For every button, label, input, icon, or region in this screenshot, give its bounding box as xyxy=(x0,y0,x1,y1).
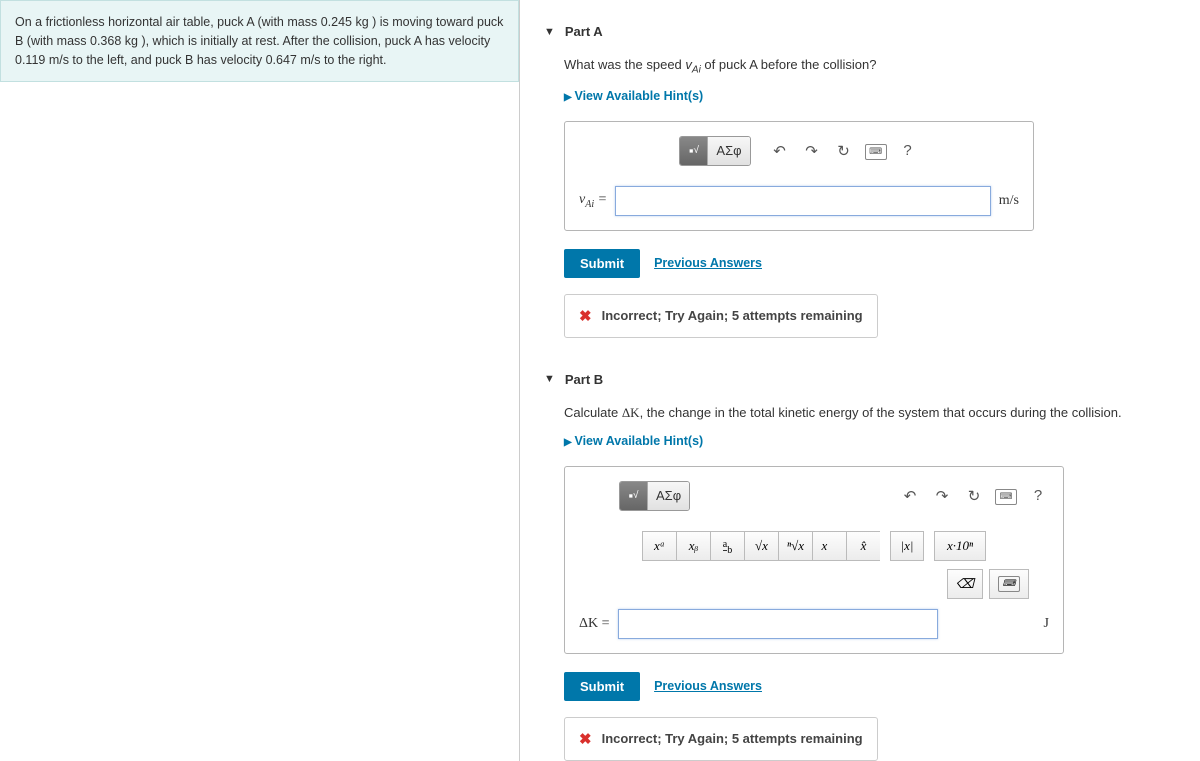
answer-box-b: ▪√ ΑΣφ ↶ ↷ ↻ ⌨ ? xᵃ xᵦ ab √x ⁿ√x x⃗ x̂ xyxy=(564,466,1064,654)
subtoolbar-b: xᵃ xᵦ ab √x ⁿ√x x⃗ x̂ |x| x·10ⁿ xyxy=(579,531,1049,561)
var-label-a: vAi = xyxy=(579,192,607,210)
part-a-header[interactable]: ▼ Part A xyxy=(544,24,1176,39)
feedback-text-a: Incorrect; Try Again; 5 attempts remaini… xyxy=(602,308,863,323)
toolbar-a: ▪√ ΑΣφ ↶ ↷ ↻ ⌨ ? xyxy=(579,136,1019,166)
greek-button-b[interactable]: ΑΣφ xyxy=(648,482,689,510)
sup-button[interactable]: xᵃ xyxy=(642,531,676,561)
right-panel: ▼ Part A What was the speed vAi of puck … xyxy=(520,0,1200,761)
unit-b: J xyxy=(1044,616,1049,632)
incorrect-icon: ✖ xyxy=(579,307,592,325)
q-prefix: What was the speed xyxy=(564,57,685,72)
caret-down-icon: ▼ xyxy=(544,373,555,385)
part-a-body: What was the speed vAi of puck A before … xyxy=(564,57,1176,338)
greek-button[interactable]: ΑΣφ xyxy=(708,137,749,165)
input-row-a: vAi = m/s xyxy=(579,186,1019,216)
part-b-title: Part B xyxy=(565,372,603,387)
previous-answers-b[interactable]: Previous Answers xyxy=(654,679,762,693)
q-prefix-b: Calculate xyxy=(564,405,622,420)
unit-a: m/s xyxy=(999,193,1019,209)
templates-button-b[interactable]: ▪√ xyxy=(620,482,648,510)
keyboard-icon[interactable]: ⌨ xyxy=(865,140,887,162)
submit-button-a[interactable]: Submit xyxy=(564,249,640,278)
hat-button[interactable]: x̂ xyxy=(846,531,880,561)
vec-button[interactable]: x⃗ xyxy=(812,531,846,561)
q-sub: Ai xyxy=(692,65,701,76)
feedback-text-b: Incorrect; Try Again; 5 attempts remaini… xyxy=(602,731,863,746)
templates-button[interactable]: ▪√ xyxy=(680,137,708,165)
part-b-question: Calculate ΔK, the change in the total ki… xyxy=(564,405,1176,421)
caret-down-icon: ▼ xyxy=(544,26,555,38)
part-a-title: Part A xyxy=(565,24,603,39)
reset-icon-b[interactable]: ↻ xyxy=(963,485,985,507)
incorrect-icon-b: ✖ xyxy=(579,730,592,748)
help-icon-b[interactable]: ? xyxy=(1027,485,1049,507)
frac-button[interactable]: ab xyxy=(710,531,744,561)
backspace-icon[interactable]: ⌫ xyxy=(947,569,983,599)
toolbar-b: ▪√ ΑΣφ ↶ ↷ ↻ ⌨ ? xyxy=(579,481,1049,511)
sub-button[interactable]: xᵦ xyxy=(676,531,710,561)
help-icon[interactable]: ? xyxy=(897,140,919,162)
part-b-header[interactable]: ▼ Part B xyxy=(544,372,1176,387)
redo-icon-b[interactable]: ↷ xyxy=(931,485,953,507)
left-panel: On a frictionless horizontal air table, … xyxy=(0,0,520,761)
undo-icon[interactable]: ↶ xyxy=(769,140,791,162)
reset-icon[interactable]: ↻ xyxy=(833,140,855,162)
problem-statement: On a frictionless horizontal air table, … xyxy=(0,0,519,82)
hints-link-a[interactable]: View Available Hint(s) xyxy=(564,89,703,103)
submit-button-b[interactable]: Submit xyxy=(564,672,640,701)
answer-input-a[interactable] xyxy=(615,186,991,216)
part-b-body: Calculate ΔK, the change in the total ki… xyxy=(564,405,1176,761)
sci-button[interactable]: x·10ⁿ xyxy=(934,531,986,561)
q-suffix: of puck A before the collision? xyxy=(701,57,877,72)
input-row-b: ΔK = J xyxy=(579,609,1049,639)
undo-icon-b[interactable]: ↶ xyxy=(899,485,921,507)
answer-input-b[interactable] xyxy=(618,609,938,639)
actions-b: Submit Previous Answers xyxy=(564,672,1176,701)
abs-button[interactable]: |x| xyxy=(890,531,924,561)
keyboard-icon-b[interactable]: ⌨ xyxy=(995,485,1017,507)
sqrt-button[interactable]: √x xyxy=(744,531,778,561)
hints-link-b[interactable]: View Available Hint(s) xyxy=(564,434,703,448)
q-var-b: ΔK xyxy=(622,405,640,420)
sub-extra: ⌫ ⌨ xyxy=(579,569,1049,599)
keyboard-small-icon[interactable]: ⌨ xyxy=(989,569,1029,599)
nroot-button[interactable]: ⁿ√x xyxy=(778,531,812,561)
var-label-b: ΔK = xyxy=(579,616,610,632)
previous-answers-a[interactable]: Previous Answers xyxy=(654,256,762,270)
actions-a: Submit Previous Answers xyxy=(564,249,1176,278)
q-suffix-b: , the change in the total kinetic energy… xyxy=(640,405,1122,420)
feedback-b: ✖ Incorrect; Try Again; 5 attempts remai… xyxy=(564,717,878,761)
part-a-question: What was the speed vAi of puck A before … xyxy=(564,57,1176,76)
answer-box-a: ▪√ ΑΣφ ↶ ↷ ↻ ⌨ ? vAi = m/s xyxy=(564,121,1034,231)
feedback-a: ✖ Incorrect; Try Again; 5 attempts remai… xyxy=(564,294,878,338)
redo-icon[interactable]: ↷ xyxy=(801,140,823,162)
